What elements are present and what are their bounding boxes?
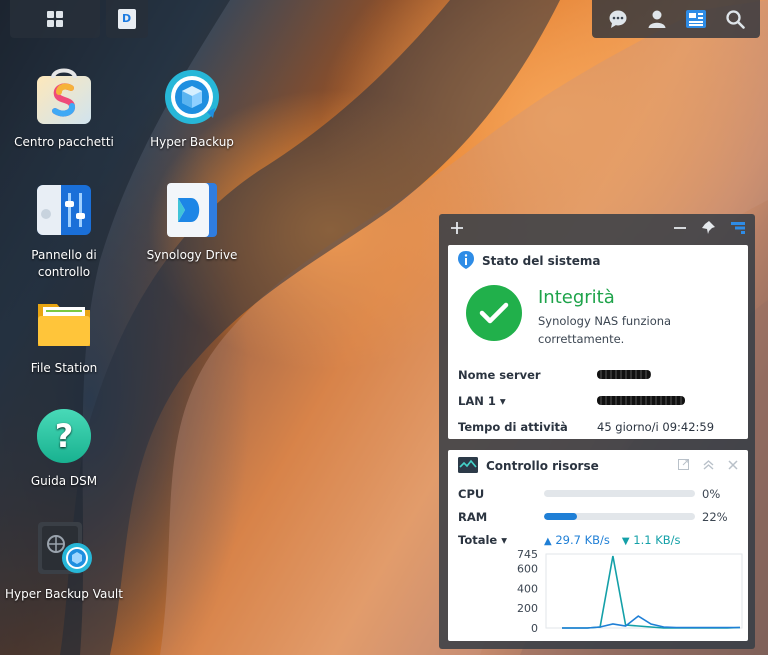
ram-usage-value: 22%: [702, 509, 728, 524]
file-station-icon: [35, 294, 93, 352]
desktop-icon-package-center[interactable]: Centro pacchetti: [4, 68, 124, 151]
health-title: Integrità: [538, 287, 615, 308]
cpu-row: CPU 0%: [448, 482, 748, 505]
help-icon: ?: [35, 407, 93, 465]
ram-row: RAM 22%: [448, 505, 748, 528]
system-status-widget: Stato del sistema Integrità Synology NAS…: [448, 245, 748, 439]
download-speed-value: 1.1 KB/s: [633, 532, 681, 547]
desktop-icon-label: Hyper Backup Vault: [5, 587, 123, 601]
chat-icon[interactable]: [605, 6, 631, 32]
server-name-value-redacted: [597, 368, 651, 382]
desktop-icon-control-panel[interactable]: Pannello di controllo: [4, 181, 124, 281]
desktop-icon-label: Guida DSM: [30, 474, 98, 488]
health-description-line-1: Synology NAS funziona: [538, 314, 672, 328]
ram-usage-bar: [544, 513, 695, 520]
health-description-line-2: correttamente.: [538, 332, 625, 346]
package-center-icon: [35, 68, 93, 126]
hyper-backup-vault-icon: [35, 520, 93, 578]
close-icon[interactable]: [728, 459, 738, 473]
desktop-icon-dsm-help[interactable]: ? Guida DSM: [4, 407, 124, 490]
cpu-usage-value: 0%: [702, 486, 721, 501]
widget-panel-toolbar: [439, 214, 755, 242]
desktop-icon-label: File Station: [30, 361, 98, 375]
main-menu-button[interactable]: [10, 0, 100, 38]
network-chart: 745600 400 200 0: [517, 550, 743, 635]
desktop-icon-hyper-backup[interactable]: Hyper Backup: [132, 68, 252, 151]
taskbar-right: [592, 0, 760, 38]
health-status: Integrità Synology NAS funziona corretta…: [448, 277, 748, 348]
uptime-row: Tempo di attività 45 giorno/i 09:42:59: [448, 414, 748, 440]
lan-selector[interactable]: LAN 1 ▾: [458, 394, 597, 408]
cpu-label: CPU: [458, 486, 485, 501]
open-external-icon[interactable]: [678, 459, 689, 473]
download-speed: ▼ 1.1 KB/s: [622, 533, 681, 547]
checkmark-icon: [466, 285, 522, 341]
resource-monitor-title: Controllo risorse: [486, 459, 599, 473]
taskbar-synology-drive-button[interactable]: [106, 0, 148, 38]
desktop-icon-label: Synology Drive: [146, 248, 238, 262]
desktop-icon-label: Centro pacchetti: [14, 135, 114, 149]
y-tick-label: 0: [531, 622, 538, 635]
collapse-icon[interactable]: [703, 459, 714, 473]
user-icon[interactable]: [644, 6, 670, 32]
system-status-header: Stato del sistema: [448, 245, 748, 277]
network-speeds: ▲ 29.7 KB/s ▼ 1.1 KB/s: [544, 533, 681, 547]
svg-text:?: ?: [55, 417, 74, 455]
hyper-backup-icon: [163, 68, 221, 126]
lan-row: LAN 1 ▾: [448, 388, 748, 414]
resource-monitor-widget: Controllo risorse CPU 0% RAM 22% Totale …: [448, 450, 748, 641]
widget-panel: Stato del sistema Integrità Synology NAS…: [439, 214, 755, 649]
resource-monitor-icon: [458, 456, 478, 476]
upload-arrow-icon: ▲: [544, 535, 552, 547]
control-panel-icon: [35, 181, 93, 239]
download-arrow-icon: ▼: [621, 535, 630, 547]
upload-speed-value: 29.7 KB/s: [555, 532, 610, 547]
minimize-panel-button[interactable]: [674, 219, 686, 238]
upload-speed: ▲ 29.7 KB/s: [544, 533, 610, 547]
uptime-value: 45 giorno/i 09:42:59: [597, 420, 715, 434]
network-row: Totale ▾ ▲ 29.7 KB/s ▼ 1.1 KB/s: [448, 528, 748, 551]
ram-label: RAM: [458, 509, 488, 524]
server-name-row: Nome server: [448, 362, 748, 388]
resource-monitor-header: Controllo risorse: [448, 450, 748, 482]
desktop-icon-label: Pannello di controllo: [31, 248, 97, 279]
main-menu-icon: [47, 11, 63, 27]
desktop-icon-hyper-backup-vault[interactable]: Hyper Backup Vault: [4, 520, 124, 603]
network-selector[interactable]: Totale ▾: [458, 533, 544, 547]
lan-ip-value-redacted: [597, 394, 685, 408]
system-status-title: Stato del sistema: [482, 254, 601, 268]
taskbar-left: [10, 0, 148, 38]
panel-layout-icon[interactable]: [731, 219, 745, 238]
system-info-list: Nome server LAN 1 ▾ Tempo di attività 45…: [448, 362, 748, 440]
series-line-0: [562, 555, 741, 629]
pin-icon[interactable]: [702, 219, 715, 238]
desktop-icon-label: Hyper Backup: [150, 135, 234, 149]
widgets-icon[interactable]: [683, 6, 709, 32]
desktop-icon-synology-drive[interactable]: Synology Drive: [132, 181, 252, 264]
chart-frame: [545, 553, 743, 629]
y-tick-label: 600: [517, 562, 538, 575]
server-name-label: Nome server: [458, 368, 541, 382]
y-tick-label: 745: [517, 550, 538, 561]
add-widget-button[interactable]: [451, 219, 463, 238]
cpu-usage-bar: [544, 490, 695, 497]
synology-drive-task-icon: [118, 9, 136, 29]
uptime-label: Tempo di attività: [458, 420, 568, 434]
search-icon[interactable]: [722, 6, 748, 32]
synology-drive-icon: [163, 181, 221, 239]
desktop-icon-file-station[interactable]: File Station: [4, 294, 124, 377]
y-tick-label: 400: [517, 582, 538, 595]
info-icon: [458, 250, 474, 272]
y-tick-label: 200: [517, 602, 538, 615]
